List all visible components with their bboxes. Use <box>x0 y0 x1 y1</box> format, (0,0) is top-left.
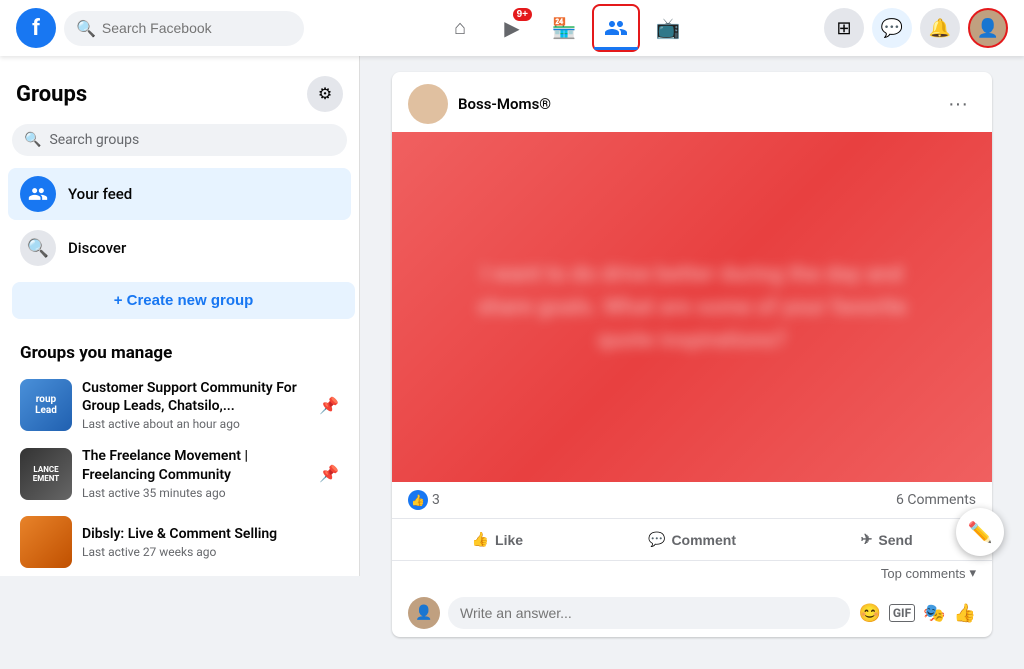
feed-container: Boss-Moms® ··· I want to do drive better… <box>392 72 992 653</box>
reaction-count: 3 <box>432 492 440 508</box>
post-options-button[interactable]: ··· <box>940 86 976 122</box>
messenger-button[interactable]: 💬 <box>872 8 912 48</box>
nav-center-icons: ⌂ ▶ 9+ 🏪 📺 <box>436 4 692 52</box>
discover-icon: 🔍 <box>20 230 56 266</box>
discover-label: Discover <box>68 239 126 257</box>
nav-home-button[interactable]: ⌂ <box>436 4 484 52</box>
pin-icon: 📌 <box>319 464 339 483</box>
reactions-left: 👍 3 <box>408 490 440 510</box>
your-feed-icon <box>20 176 56 212</box>
list-item[interactable]: LANCEEMENT The Freelance Movement | Free… <box>8 439 351 507</box>
top-comments-row: Top comments ▾ <box>392 561 992 589</box>
nav-left: f 🔍 <box>16 8 304 48</box>
like-label: Like <box>495 532 523 548</box>
post-author-name: Boss-Moms® <box>458 95 551 113</box>
post-image-blur-overlay: I want to do drive better during the day… <box>392 132 992 482</box>
sidebar-header: Groups ⚙ <box>8 72 351 124</box>
post-author: Boss-Moms® <box>408 84 551 124</box>
send-icon: ✈ <box>861 531 873 548</box>
facebook-logo[interactable]: f <box>16 8 56 48</box>
list-item[interactable]: Dibsly: Live & Comment Selling Last acti… <box>8 508 351 576</box>
post-reactions-bar: 👍 3 6 Comments <box>392 482 992 519</box>
post-image: I want to do drive better during the day… <box>392 132 992 482</box>
post-blurred-text: I want to do drive better during the day… <box>452 242 932 373</box>
send-label: Send <box>878 532 912 548</box>
send-button[interactable]: ✈ Send <box>789 523 984 556</box>
top-comments-label: Top comments <box>881 566 966 581</box>
emoji-icon: 😊 <box>858 603 880 624</box>
nav-marketplace-button[interactable]: 🏪 <box>540 4 588 52</box>
groups-settings-button[interactable]: ⚙ <box>307 76 343 112</box>
like-button[interactable]: 👍 Like <box>400 523 595 556</box>
sticker-icon[interactable]: 🎭 <box>923 603 945 624</box>
gif-icon[interactable]: GIF <box>889 604 915 622</box>
groups-you-manage-title: Groups you manage <box>8 335 351 371</box>
nav-video-button[interactable]: ▶ 9+ <box>488 4 536 52</box>
group-last-active: Last active about an hour ago <box>82 417 309 431</box>
comments-count: 6 Comments <box>896 492 976 508</box>
pin-icon: 📌 <box>319 396 339 415</box>
list-item[interactable]: roupLead Customer Support Community For … <box>8 371 351 439</box>
search-groups-label: Search groups <box>49 132 139 148</box>
sidebar-item-discover[interactable]: 🔍 Discover <box>8 222 351 274</box>
floating-edit-button[interactable]: ✏️ <box>956 508 1004 556</box>
chevron-down-icon: ▾ <box>969 565 976 581</box>
profile-avatar[interactable]: 👤 <box>968 8 1008 48</box>
nav-right-icons: ⊞ 💬 🔔 👤 <box>824 8 1008 48</box>
top-comments-button[interactable]: Top comments ▾ <box>881 565 976 581</box>
comment-input[interactable] <box>448 597 850 629</box>
video-badge: 9+ <box>513 8 532 21</box>
nav-groups-button[interactable] <box>592 4 640 52</box>
group-info: Dibsly: Live & Comment Selling Last acti… <box>82 525 339 559</box>
groups-sidebar: Groups ⚙ 🔍 Search groups Your feed 🔍 Dis… <box>0 56 360 576</box>
notifications-button[interactable]: 🔔 <box>920 8 960 48</box>
create-group-button[interactable]: + Create new group <box>12 282 355 319</box>
search-groups-icon: 🔍 <box>24 132 41 148</box>
create-group-label: + Create new group <box>114 292 254 309</box>
your-feed-label: Your feed <box>68 185 132 203</box>
comment-label: Comment <box>671 532 736 548</box>
menu-button[interactable]: ⊞ <box>824 8 864 48</box>
logo-letter: f <box>32 16 40 41</box>
sidebar-item-your-feed[interactable]: Your feed <box>8 168 351 220</box>
group-name: Dibsly: Live & Comment Selling <box>82 525 339 543</box>
group-thumbnail: LANCEEMENT <box>20 448 72 500</box>
comment-icon: 💬 <box>648 531 665 548</box>
main-layout: Groups ⚙ 🔍 Search groups Your feed 🔍 Dis… <box>0 0 1024 669</box>
group-info: Customer Support Community For Group Lea… <box>82 379 309 431</box>
post-author-avatar[interactable] <box>408 84 448 124</box>
nav-gaming-button[interactable]: 📺 <box>644 4 692 52</box>
sidebar-title: Groups <box>16 82 87 107</box>
commenter-avatar: 👤 <box>408 597 440 629</box>
group-name: The Freelance Movement | Freelancing Com… <box>82 447 309 483</box>
search-icon: 🔍 <box>76 19 96 38</box>
like-icon: 👍 <box>472 531 489 548</box>
like-small-icon[interactable]: 👍 <box>954 603 976 624</box>
post-comment-area: 👤 😊 GIF 🎭 👍 <box>392 589 992 637</box>
post-card: Boss-Moms® ··· I want to do drive better… <box>392 72 992 637</box>
search-input[interactable] <box>102 20 292 36</box>
group-info: The Freelance Movement | Freelancing Com… <box>82 447 309 499</box>
comment-button[interactable]: 💬 Comment <box>595 523 790 556</box>
main-content: Boss-Moms® ··· I want to do drive better… <box>360 56 1024 669</box>
post-header: Boss-Moms® ··· <box>392 72 992 132</box>
top-navigation: f 🔍 ⌂ ▶ 9+ 🏪 📺 ⊞ 💬 🔔 👤 <box>0 0 1024 56</box>
like-reaction-icon: 👍 <box>408 490 428 510</box>
post-actions-bar: 👍 Like 💬 Comment ✈ Send <box>392 519 992 561</box>
comment-input-row <box>448 597 850 629</box>
group-name: Customer Support Community For Group Lea… <box>82 379 309 415</box>
group-last-active: Last active 35 minutes ago <box>82 486 309 500</box>
group-thumbnail: roupLead <box>20 379 72 431</box>
group-last-active: Last active 27 weeks ago <box>82 545 339 559</box>
search-groups-box[interactable]: 🔍 Search groups <box>12 124 347 156</box>
global-search-box[interactable]: 🔍 <box>64 11 304 46</box>
group-thumbnail <box>20 516 72 568</box>
